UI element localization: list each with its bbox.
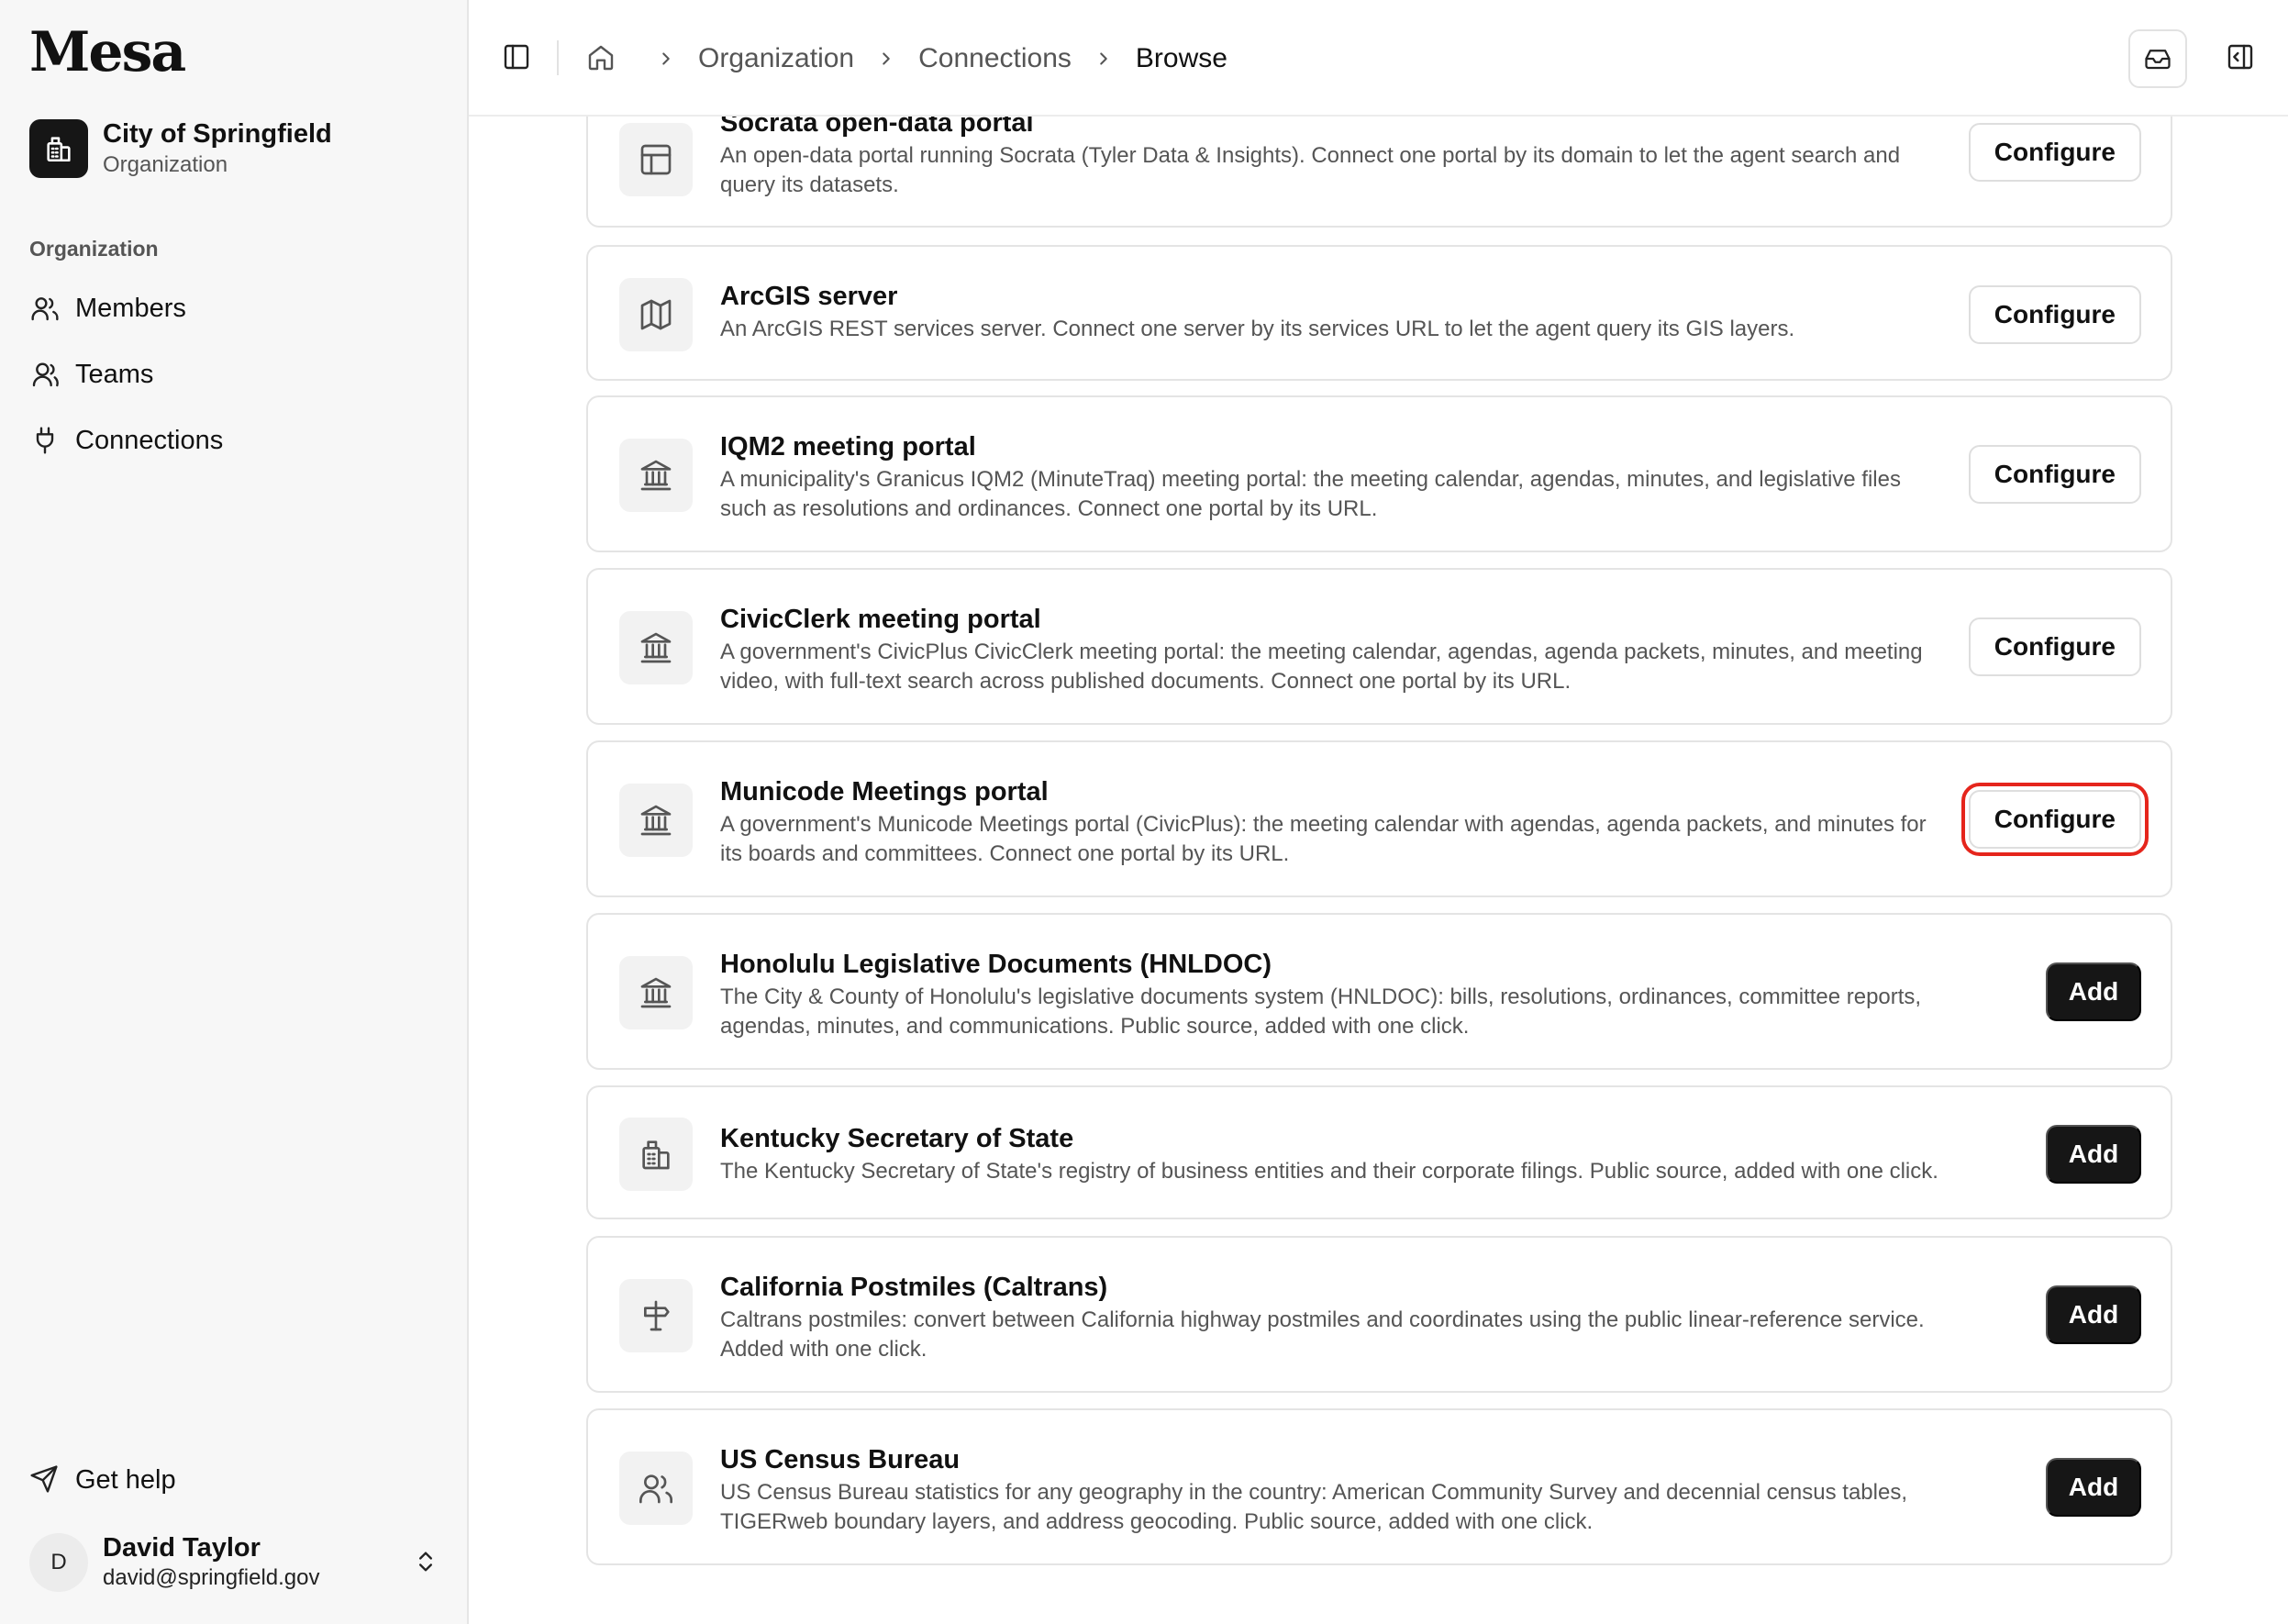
sidebar-nav: Members Teams Connections	[29, 275, 433, 473]
connection-description: Caltrans postmiles: convert between Cali…	[720, 1307, 1925, 1362]
chevron-right-icon	[656, 49, 676, 69]
topbar: Organization Connections Browse	[469, 0, 2288, 117]
avatar: D	[29, 1533, 88, 1592]
landmark-icon	[619, 956, 693, 1029]
sidebar-item-teams[interactable]: Teams	[29, 341, 433, 407]
sidebar-item-members[interactable]: Members	[29, 275, 433, 341]
connection-title: US Census Bureau	[720, 1445, 961, 1474]
connection-description: The Kentucky Secretary of State's regist…	[720, 1159, 1938, 1184]
connection-description: A government's Municode Meetings portal …	[720, 812, 1927, 866]
app-logo[interactable]: Mesa	[29, 20, 186, 84]
connection-title: Kentucky Secretary of State	[720, 1124, 1074, 1153]
breadcrumb-connections[interactable]: Connections	[918, 43, 1072, 74]
connection-title: Honolulu Legislative Documents (HNLDOC)	[720, 950, 1272, 979]
org-switcher[interactable]: City of Springfield Organization	[29, 117, 332, 180]
inbox-button[interactable]	[2128, 29, 2187, 88]
add-button[interactable]: Add	[2046, 1458, 2141, 1517]
signpost-icon	[619, 1279, 693, 1352]
chevron-right-icon	[876, 49, 896, 69]
get-help-label: Get help	[75, 1464, 176, 1495]
users-icon	[29, 293, 61, 324]
connection-title: California Postmiles (Caltrans)	[720, 1273, 1108, 1302]
nav-section-label: Organization	[29, 237, 159, 261]
team-icon	[29, 359, 61, 390]
connection-title: CivicClerk meeting portal	[720, 605, 1041, 634]
connection-title: Municode Meetings portal	[720, 777, 1049, 806]
inbox-icon	[2144, 45, 2171, 72]
connection-card: Municode Meetings portal A government's M…	[586, 740, 2172, 897]
sidebar-item-label: Teams	[75, 359, 154, 389]
panel-toggle-icon[interactable]	[2226, 42, 2257, 73]
building-icon	[29, 119, 88, 178]
user-email: david@springfield.gov	[103, 1565, 320, 1590]
configure-button[interactable]: Configure	[1968, 123, 2141, 182]
sidebar-item-label: Members	[75, 293, 186, 323]
breadcrumb: Organization Connections Browse	[586, 37, 1227, 81]
configure-button[interactable]: Configure	[1968, 445, 2141, 504]
main-content: Socrata open-data portal An open-data por…	[469, 0, 2288, 1624]
breadcrumb-organization[interactable]: Organization	[698, 43, 854, 74]
connection-card: Honolulu Legislative Documents (HNLDOC) T…	[586, 913, 2172, 1070]
user-name: David Taylor	[103, 1533, 261, 1563]
chevron-right-icon	[1094, 49, 1114, 69]
table-icon	[619, 123, 693, 196]
home-icon[interactable]	[586, 43, 617, 74]
connection-card: IQM2 meeting portal A municipality's Gran…	[586, 395, 2172, 552]
sidebar-item-connections[interactable]: Connections	[29, 407, 433, 473]
send-icon	[29, 1464, 61, 1496]
connection-card: Kentucky Secretary of State The Kentucky …	[586, 1085, 2172, 1219]
connection-description: A government's CivicPlus CivicClerk meet…	[720, 640, 1923, 694]
add-button[interactable]: Add	[2046, 1285, 2141, 1344]
configure-button[interactable]: Configure	[1968, 617, 2141, 676]
sidebar-item-label: Connections	[75, 425, 224, 455]
chevrons-up-down-icon[interactable]	[413, 1547, 442, 1576]
connection-description: A municipality's Granicus IQM2 (MinuteTr…	[720, 467, 1901, 521]
org-name: City of Springfield	[103, 119, 332, 149]
connection-title: ArcGIS server	[720, 282, 898, 311]
breadcrumb-current: Browse	[1135, 43, 1227, 73]
sidebar-toggle-icon[interactable]	[502, 42, 533, 73]
divider	[557, 40, 559, 75]
add-button[interactable]: Add	[2046, 962, 2141, 1021]
connection-card: ArcGIS server An ArcGIS REST services ser…	[586, 245, 2172, 381]
plug-icon	[29, 425, 61, 456]
connection-card: CivicClerk meeting portal A government's …	[586, 568, 2172, 725]
sidebar: Mesa City of Springfield Organization Or…	[0, 0, 469, 1624]
connection-title: IQM2 meeting portal	[720, 432, 976, 462]
org-type: Organization	[103, 152, 228, 177]
connection-description: An ArcGIS REST services server. Connect …	[720, 317, 1795, 341]
connection-description: An open-data portal running Socrata (Tyl…	[720, 143, 1901, 197]
building-icon	[619, 1118, 693, 1191]
landmark-icon	[619, 439, 693, 512]
get-help-link[interactable]: Get help	[29, 1464, 176, 1496]
users-icon	[619, 1452, 693, 1525]
configure-button[interactable]: Configure	[1960, 783, 2149, 856]
map-icon	[619, 278, 693, 351]
connection-description: The City & County of Honolulu's legislat…	[720, 984, 1922, 1039]
connection-card: California Postmiles (Caltrans) Caltrans …	[586, 1236, 2172, 1393]
user-menu[interactable]: D David Taylor david@springfield.gov	[29, 1532, 442, 1593]
configure-button[interactable]: Configure	[1968, 285, 2141, 344]
connection-description: US Census Bureau statistics for any geog…	[720, 1480, 1907, 1534]
add-button[interactable]: Add	[2046, 1125, 2141, 1184]
landmark-icon	[619, 784, 693, 857]
landmark-icon	[619, 611, 693, 684]
connection-card: US Census Bureau US Census Bureau statist…	[586, 1408, 2172, 1565]
